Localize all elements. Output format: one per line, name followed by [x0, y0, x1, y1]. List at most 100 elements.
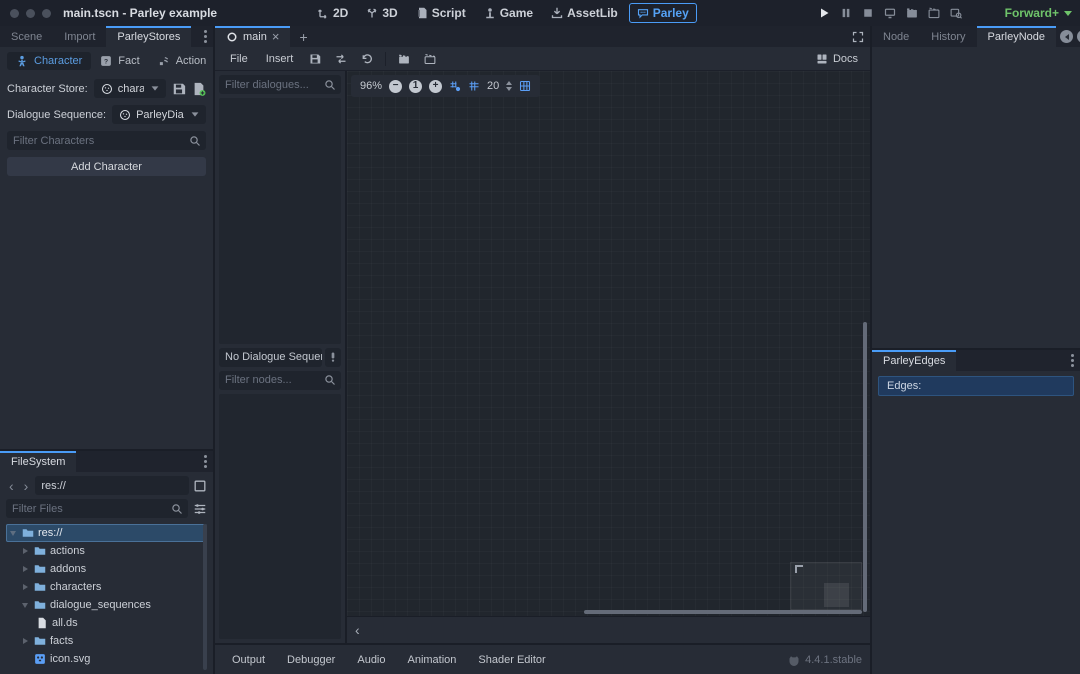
- context-3d-button[interactable]: 3D: [359, 4, 404, 22]
- minimap-toggle-icon[interactable]: [519, 80, 531, 92]
- graph-horizontal-scrollbar[interactable]: [584, 610, 862, 614]
- tabs-scroll-left-icon[interactable]: [1060, 30, 1073, 43]
- minimap-viewport[interactable]: [824, 583, 849, 607]
- expand-caret-icon[interactable]: [20, 548, 30, 554]
- filter-nodes-field[interactable]: [219, 371, 341, 390]
- dock-menu-icon[interactable]: [204, 460, 207, 463]
- new-scene-tab-button[interactable]: +: [290, 26, 316, 47]
- test-dialogue-icon[interactable]: [393, 53, 415, 65]
- tree-row[interactable]: main.gd: [6, 668, 207, 670]
- bottom-tab-debugger[interactable]: Debugger: [278, 651, 344, 669]
- nodes-list[interactable]: [219, 394, 341, 640]
- filter-files-field[interactable]: [6, 499, 188, 518]
- window-maximize-button[interactable]: [42, 9, 51, 18]
- tree-row[interactable]: actions: [6, 542, 207, 560]
- tree-row[interactable]: icon.svg: [6, 650, 207, 668]
- tree-row[interactable]: all.ds: [6, 614, 207, 632]
- dock-menu-icon[interactable]: [204, 35, 207, 38]
- context-assetlib-button[interactable]: AssetLib: [544, 4, 625, 22]
- menu-file[interactable]: File: [223, 51, 255, 67]
- snap-step-value[interactable]: 20: [487, 80, 499, 92]
- pause-button[interactable]: [840, 7, 852, 19]
- grid-toggle-icon[interactable]: [468, 80, 480, 92]
- context-game-button[interactable]: Game: [477, 4, 540, 22]
- mode-character-button[interactable]: Character: [7, 52, 91, 70]
- path-field[interactable]: [35, 476, 189, 495]
- zoom-reset-button[interactable]: 1: [409, 80, 422, 93]
- expand-editor-icon[interactable]: [852, 31, 864, 43]
- tab-parleystores[interactable]: ParleyStores: [106, 26, 191, 47]
- stop-button[interactable]: [862, 7, 874, 19]
- new-store-icon[interactable]: [192, 82, 206, 96]
- window-controls[interactable]: [0, 9, 63, 18]
- mode-fact-button[interactable]: ? Fact: [91, 52, 148, 70]
- docs-button[interactable]: Docs: [816, 53, 862, 65]
- add-character-button[interactable]: Add Character: [7, 157, 206, 176]
- filter-characters-input[interactable]: [7, 135, 189, 147]
- context-script-button[interactable]: Script: [409, 4, 473, 22]
- dialogue-graph-canvas[interactable]: 96% − 1 + 20: [347, 71, 870, 616]
- filter-files-input[interactable]: [6, 503, 171, 515]
- tree-row[interactable]: facts: [6, 632, 207, 650]
- dialogue-sequence-dropdown[interactable]: ParleyDialogue: [112, 105, 206, 124]
- remote-debug-icon[interactable]: [884, 7, 896, 19]
- filter-nodes-input[interactable]: [219, 374, 324, 386]
- import-export-icon[interactable]: [330, 53, 352, 65]
- expand-caret-icon[interactable]: [20, 584, 30, 590]
- tree-row[interactable]: dialogue_sequences: [6, 596, 207, 614]
- snap-toggle-icon[interactable]: [449, 80, 461, 92]
- close-tab-icon[interactable]: ×: [272, 30, 280, 43]
- character-store-dropdown[interactable]: character: [94, 79, 166, 98]
- play-button[interactable]: [818, 7, 830, 19]
- tab-filesystem[interactable]: FileSystem: [0, 451, 76, 472]
- history-back-button[interactable]: ‹: [6, 479, 17, 493]
- tab-history[interactable]: History: [920, 26, 976, 47]
- sequence-menu-button[interactable]: [325, 348, 341, 367]
- collapse-caret-icon[interactable]: [20, 603, 30, 608]
- zoom-out-button[interactable]: −: [389, 80, 402, 93]
- save-store-icon[interactable]: [172, 82, 186, 96]
- renderer-selector[interactable]: Forward+: [1005, 0, 1072, 26]
- scene-tab-main[interactable]: main ×: [215, 26, 290, 47]
- split-mode-icon[interactable]: [193, 479, 207, 493]
- collapse-caret-icon[interactable]: [8, 531, 18, 536]
- expand-caret-icon[interactable]: [20, 566, 30, 572]
- filter-dialogues-field[interactable]: [219, 75, 341, 94]
- bottom-tab-shader-editor[interactable]: Shader Editor: [469, 651, 554, 669]
- filter-dialogues-input[interactable]: [219, 79, 324, 91]
- window-minimize-button[interactable]: [26, 9, 35, 18]
- dialogues-list[interactable]: [219, 98, 341, 344]
- history-forward-button[interactable]: ›: [21, 479, 32, 493]
- tree-scrollbar[interactable]: [203, 524, 207, 670]
- zoom-in-button[interactable]: +: [429, 80, 442, 93]
- movie-maker-icon[interactable]: [950, 7, 962, 19]
- play-custom-scene-button[interactable]: [928, 7, 940, 19]
- dock-menu-icon[interactable]: [1071, 359, 1074, 362]
- tab-node[interactable]: Node: [872, 26, 920, 47]
- bottom-tab-output[interactable]: Output: [223, 651, 274, 669]
- window-close-button[interactable]: [10, 9, 19, 18]
- snap-step-spinner[interactable]: [506, 81, 512, 91]
- context-parley-button[interactable]: Parley: [629, 3, 697, 23]
- mode-action-button[interactable]: Action: [149, 52, 216, 70]
- bottom-tab-animation[interactable]: Animation: [399, 651, 466, 669]
- tab-parleynode[interactable]: ParleyNode: [977, 26, 1056, 47]
- bottom-tab-audio[interactable]: Audio: [348, 651, 394, 669]
- sort-options-icon[interactable]: [193, 502, 207, 516]
- save-dialogue-icon[interactable]: [304, 53, 326, 65]
- play-scene-button[interactable]: [906, 7, 918, 19]
- menu-insert[interactable]: Insert: [259, 51, 301, 67]
- tree-row[interactable]: addons: [6, 560, 207, 578]
- tree-row[interactable]: characters: [6, 578, 207, 596]
- test-dialogue-from-node-icon[interactable]: [419, 53, 441, 65]
- tab-scene[interactable]: Scene: [0, 26, 53, 47]
- context-2d-button[interactable]: 2D: [310, 4, 355, 22]
- graph-vertical-scrollbar[interactable]: [863, 322, 867, 612]
- filter-characters-field[interactable]: [7, 131, 206, 150]
- undo-icon[interactable]: [356, 53, 378, 65]
- tab-parleyedges[interactable]: ParleyEdges: [872, 350, 956, 371]
- graph-minimap[interactable]: [790, 562, 862, 610]
- current-path[interactable]: [35, 480, 189, 492]
- tab-import[interactable]: Import: [53, 26, 106, 47]
- tree-row[interactable]: res://: [6, 524, 207, 542]
